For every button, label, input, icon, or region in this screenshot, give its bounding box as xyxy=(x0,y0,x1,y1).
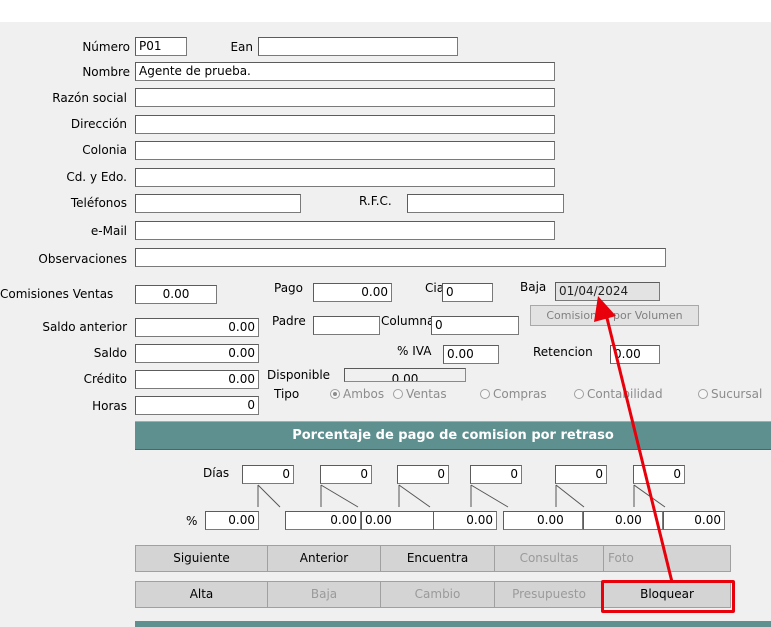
tipo-option-ambos[interactable]: Ambos xyxy=(330,387,384,401)
tipo-label: Tipo xyxy=(274,387,300,401)
pct-field-5[interactable]: 0.00 xyxy=(503,511,583,530)
tipo-option-ventas[interactable]: Ventas xyxy=(393,387,447,401)
siguiente-button[interactable]: Siguiente xyxy=(135,545,268,572)
comisiones-ventas-field[interactable]: 0.00 xyxy=(135,285,217,304)
numero-field[interactable]: P01 xyxy=(135,37,187,56)
columna-label: Columna xyxy=(381,314,435,328)
retencion-label: Retencion xyxy=(533,345,593,359)
dias-field-3[interactable]: 0 xyxy=(397,465,449,484)
pct-field-3[interactable]: 0.00 xyxy=(361,511,436,530)
iva-field[interactable]: 0.00 xyxy=(443,345,499,364)
credito-label: Crédito xyxy=(83,372,127,386)
anterior-button[interactable]: Anterior xyxy=(267,545,381,572)
padre-label: Padre xyxy=(272,314,306,328)
bottom-section-bar xyxy=(135,621,771,627)
encuentra-button[interactable]: Encuentra xyxy=(380,545,495,572)
cd-edo-label: Cd. y Edo. xyxy=(66,170,127,184)
direccion-label: Dirección xyxy=(70,117,127,131)
email-label: e-Mail xyxy=(90,224,127,238)
dias-field-4[interactable]: 0 xyxy=(470,465,522,484)
padre-field[interactable] xyxy=(313,316,380,335)
presupuesto-button[interactable]: Presupuesto xyxy=(494,581,604,608)
comisiones-ventas-label: Comisiones Ventas xyxy=(0,287,114,301)
radio-selected-icon xyxy=(330,389,340,399)
razon-social-label: Razón social xyxy=(52,91,127,105)
email-field[interactable] xyxy=(135,221,555,240)
dias-field-2[interactable]: 0 xyxy=(320,465,372,484)
columna-field[interactable]: 0 xyxy=(431,316,519,335)
radio-icon xyxy=(698,389,708,399)
saldo-label: Saldo xyxy=(93,346,127,360)
disponible-display: 0.00 xyxy=(344,368,466,382)
saldo-field[interactable]: 0.00 xyxy=(135,344,259,363)
radio-icon xyxy=(480,389,490,399)
saldo-anterior-label: Saldo anterior xyxy=(42,320,127,334)
annotation-arrow-icon xyxy=(594,296,674,583)
iva-label: % IVA xyxy=(397,344,432,358)
cambio-button[interactable]: Cambio xyxy=(380,581,495,608)
tipo-option-sucursal[interactable]: Sucursal xyxy=(698,387,762,401)
cd-edo-field[interactable] xyxy=(135,168,555,187)
observaciones-label: Observaciones xyxy=(38,252,127,266)
tipo-option-compras[interactable]: Compras xyxy=(480,387,547,401)
consultas-button[interactable]: Consultas xyxy=(494,545,604,572)
rfc-field[interactable] xyxy=(407,194,564,213)
disponible-label: Disponible xyxy=(267,368,331,382)
horas-field[interactable]: 0 xyxy=(135,396,259,415)
numero-label: Número xyxy=(82,40,130,54)
telefonos-field[interactable] xyxy=(135,194,301,213)
credito-field[interactable]: 0.00 xyxy=(135,370,259,389)
pct-field-1[interactable]: 0.00 xyxy=(205,511,259,530)
dias-field-1[interactable]: 0 xyxy=(242,465,294,484)
pct-label: % xyxy=(186,514,198,528)
saldo-anterior-field[interactable]: 0.00 xyxy=(135,318,259,337)
pct-field-2[interactable]: 0.00 xyxy=(285,511,361,530)
nombre-field[interactable]: Agente de prueba. xyxy=(135,62,555,81)
pago-field[interactable]: 0.00 xyxy=(313,283,392,302)
pct-field-4[interactable]: 0.00 xyxy=(433,511,497,530)
rfc-label: R.F.C. xyxy=(359,194,392,208)
baja-button[interactable]: Baja xyxy=(267,581,381,608)
colonia-field[interactable] xyxy=(135,141,555,160)
dias-label: Días xyxy=(203,466,230,480)
razon-social-field[interactable] xyxy=(135,88,555,107)
pago-label: Pago xyxy=(274,281,304,295)
colonia-label: Colonia xyxy=(82,143,127,157)
direccion-field[interactable] xyxy=(135,115,555,134)
radio-icon xyxy=(393,389,403,399)
observaciones-field[interactable] xyxy=(135,248,666,267)
alta-button[interactable]: Alta xyxy=(135,581,268,608)
radio-icon xyxy=(574,389,584,399)
ean-label: Ean xyxy=(230,40,253,54)
baja-label: Baja xyxy=(520,280,547,294)
horas-label: Horas xyxy=(92,399,127,413)
telefonos-label: Teléfonos xyxy=(70,196,127,210)
ean-field[interactable] xyxy=(258,37,458,56)
nombre-label: Nombre xyxy=(82,65,130,79)
cia-field[interactable]: 0 xyxy=(442,283,493,302)
